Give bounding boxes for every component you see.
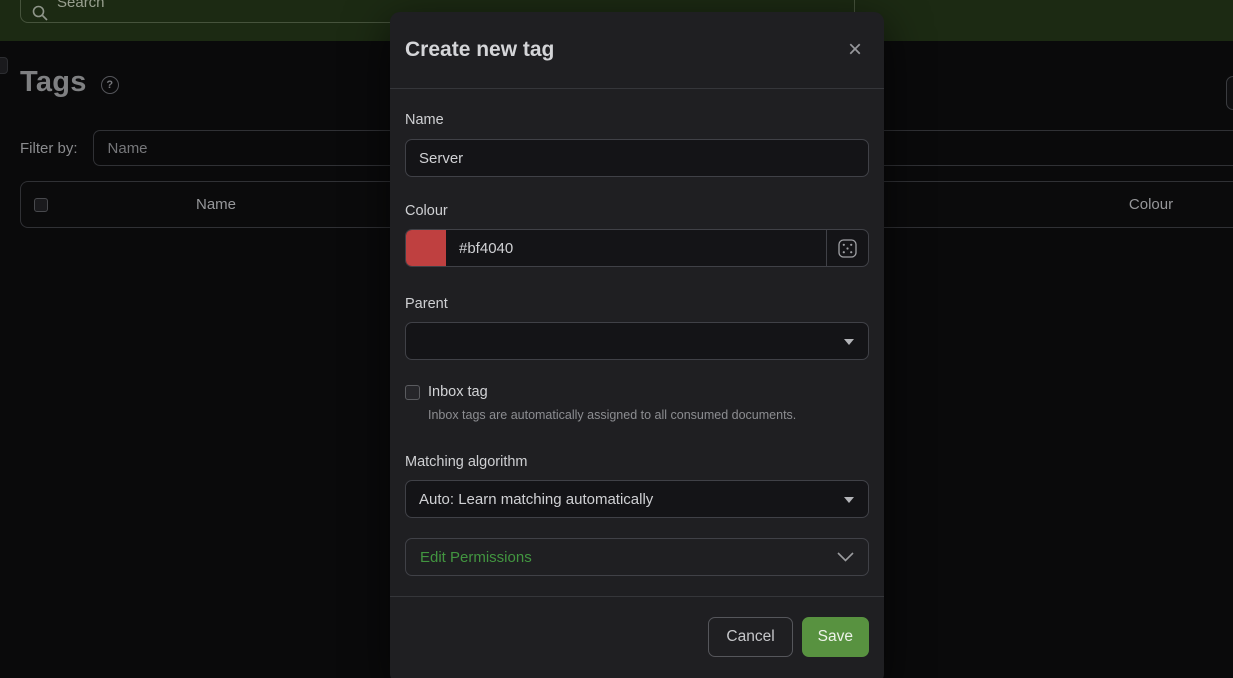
column-header-colour[interactable]: Colour xyxy=(1116,196,1186,213)
select-all-checkbox[interactable] xyxy=(34,198,48,212)
colour-hex-field[interactable] xyxy=(446,230,826,266)
colour-swatch[interactable] xyxy=(406,230,446,266)
parent-label: Parent xyxy=(405,296,869,312)
matching-algorithm-label: Matching algorithm xyxy=(405,454,869,470)
save-button[interactable]: Save xyxy=(802,617,869,657)
inbox-tag-hint: Inbox tags are automatically assigned to… xyxy=(428,408,869,422)
dialog-title: Create new tag xyxy=(405,38,554,62)
random-colour-button[interactable] xyxy=(826,230,868,266)
create-tag-dialog: Create new tag × Name Colour xyxy=(390,12,884,678)
dialog-footer: Cancel Save xyxy=(390,596,884,677)
matching-algorithm-select[interactable]: Auto: Learn matching automatically xyxy=(405,480,869,518)
colour-field-group xyxy=(405,229,869,267)
caret-down-icon xyxy=(844,339,854,345)
cutoff-edge-button[interactable] xyxy=(1226,76,1233,110)
caret-down-icon xyxy=(844,497,854,503)
inbox-tag-row: Inbox tag xyxy=(405,384,869,400)
parent-select[interactable] xyxy=(405,322,869,360)
help-question-icon[interactable]: ? xyxy=(101,76,119,94)
edit-permissions-label: Edit Permissions xyxy=(420,549,532,566)
close-icon[interactable]: × xyxy=(842,36,868,64)
name-field[interactable] xyxy=(405,139,869,177)
filter-by-label: Filter by: xyxy=(20,140,78,157)
inbox-tag-label[interactable]: Inbox tag xyxy=(428,384,488,400)
edit-permissions-toggle[interactable]: Edit Permissions xyxy=(405,538,869,576)
dialog-body: Name Colour Parent xyxy=(390,112,884,576)
name-label: Name xyxy=(405,112,869,128)
dialog-header: Create new tag × xyxy=(390,12,884,89)
page-title-row: Tags ? xyxy=(20,66,119,99)
inbox-tag-checkbox[interactable] xyxy=(405,385,420,400)
app-screen: Tags ? Filter by: Name Colour Create new… xyxy=(0,0,1233,678)
dice-icon xyxy=(838,239,857,258)
sidebar-edge-notch xyxy=(0,57,8,74)
page-title: Tags xyxy=(20,66,87,99)
search-icon xyxy=(32,5,48,21)
chevron-down-icon xyxy=(837,552,854,562)
cancel-button[interactable]: Cancel xyxy=(708,617,792,657)
column-header-name[interactable]: Name xyxy=(161,196,271,213)
matching-algorithm-value: Auto: Learn matching automatically xyxy=(419,491,653,508)
colour-label: Colour xyxy=(405,203,869,219)
